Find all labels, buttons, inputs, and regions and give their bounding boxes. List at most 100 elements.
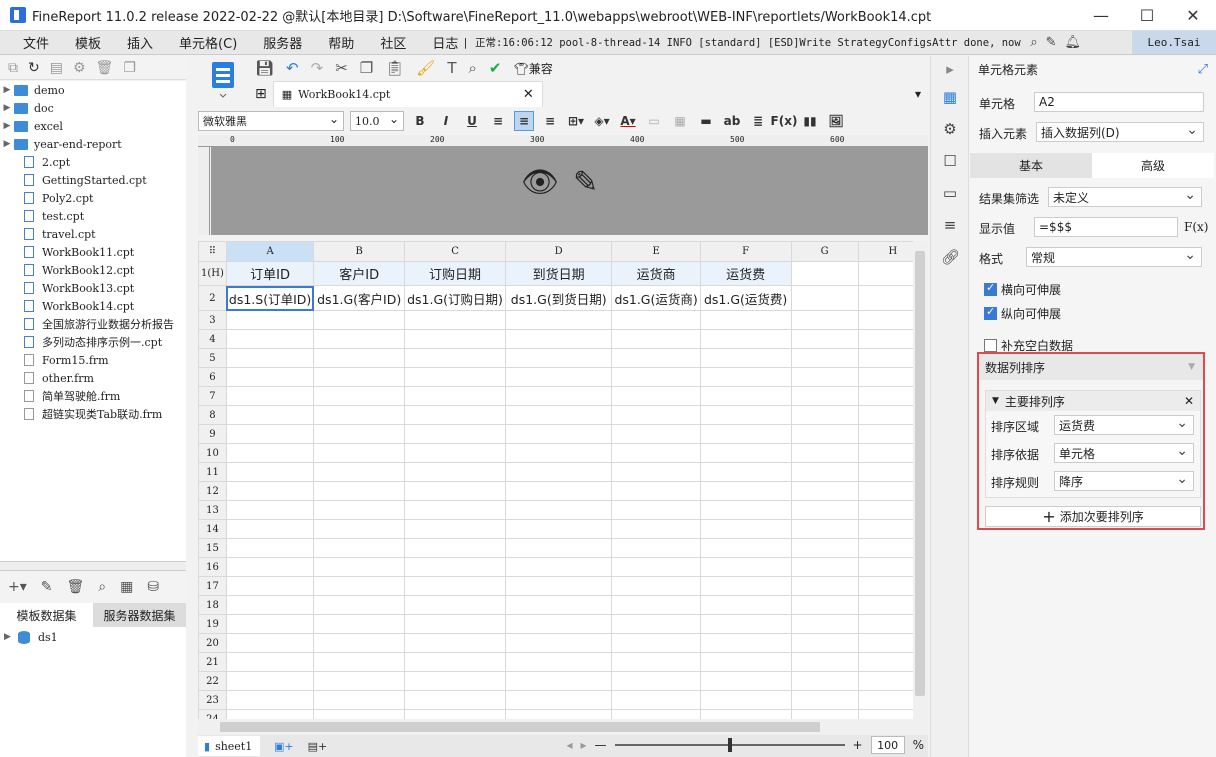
copy-icon[interactable]: ❐ (123, 60, 136, 76)
cell[interactable] (699, 462, 792, 482)
cell[interactable] (404, 310, 506, 330)
add-dashboard-icon[interactable]: ▤+ (308, 740, 328, 753)
cell[interactable] (504, 500, 613, 520)
cell[interactable] (225, 462, 315, 482)
cell[interactable] (699, 595, 792, 615)
cell-f2[interactable]: ds1.G(运货费) (699, 285, 792, 311)
cell[interactable] (313, 405, 406, 425)
cell[interactable] (404, 633, 506, 653)
cell[interactable] (225, 310, 315, 330)
col-header[interactable]: C (404, 241, 506, 262)
sort-basis-select[interactable]: 单元格 (1054, 443, 1194, 463)
font-size-select[interactable]: 10.0 (350, 111, 404, 131)
cell[interactable] (699, 481, 792, 501)
row-header[interactable]: 17 (198, 576, 227, 596)
sort-area-select[interactable]: 运货费 (1054, 415, 1194, 435)
cell[interactable] (611, 329, 701, 349)
cell[interactable] (313, 557, 406, 577)
col-header[interactable]: E (611, 241, 701, 262)
fill-color-button[interactable]: ◈▾ (592, 111, 612, 131)
cell[interactable] (313, 348, 406, 368)
cell[interactable] (404, 367, 506, 387)
cell[interactable] (504, 671, 613, 691)
zoom-slider[interactable] (614, 738, 845, 752)
cell[interactable] (611, 348, 701, 368)
settings-icon[interactable]: ⚙ (73, 60, 86, 76)
cell[interactable] (790, 652, 859, 672)
add-sheet-icon[interactable]: ▣+ (274, 740, 294, 753)
border-attr-icon[interactable]: ☐ (941, 152, 959, 170)
cell[interactable] (611, 481, 701, 501)
cell[interactable] (313, 652, 406, 672)
cell[interactable] (404, 481, 506, 501)
tree-file[interactable]: 全国旅游行业数据分析报告 (0, 315, 186, 333)
cell[interactable] (225, 348, 315, 368)
cell[interactable] (790, 500, 859, 520)
cell[interactable] (225, 557, 315, 577)
col-header[interactable]: B (313, 241, 406, 262)
cell[interactable] (504, 709, 613, 719)
cell[interactable] (313, 709, 406, 719)
cell[interactable] (225, 386, 315, 406)
cell[interactable] (404, 386, 506, 406)
cell[interactable] (699, 329, 792, 349)
menu-log[interactable]: 日志 (419, 33, 462, 52)
cell[interactable] (611, 424, 701, 444)
italic-button[interactable]: I (436, 111, 456, 131)
cell[interactable] (504, 367, 613, 387)
row-header[interactable]: 11 (198, 462, 227, 482)
cell[interactable] (225, 633, 315, 653)
cell[interactable] (225, 329, 315, 349)
widget-icon[interactable]: ▭ (941, 184, 959, 202)
tree-file[interactable]: WorkBook13.cpt (0, 279, 186, 297)
cell[interactable] (611, 405, 701, 425)
cell[interactable] (611, 576, 701, 596)
cell[interactable] (790, 557, 859, 577)
cell[interactable] (225, 538, 315, 558)
pin-icon[interactable]: ▾ (915, 87, 921, 101)
cell[interactable] (699, 348, 792, 368)
col-header[interactable]: A (225, 241, 315, 262)
row-header[interactable]: 4 (198, 329, 227, 349)
collapse-arrow-icon[interactable]: ▼ (1188, 362, 1195, 372)
cell-e2[interactable]: ds1.G(运货商) (611, 285, 701, 311)
cell[interactable] (404, 462, 506, 482)
search-icon[interactable]: ⌕ (1030, 35, 1037, 50)
cell[interactable] (699, 310, 792, 330)
cell[interactable] (790, 595, 859, 615)
formula-icon[interactable]: F(x) (771, 111, 798, 131)
tree-file[interactable]: 简单驾驶舱.frm (0, 387, 186, 405)
cell[interactable] (611, 538, 701, 558)
row-header[interactable]: 15 (198, 538, 227, 558)
primary-sort-header[interactable]: ▼ 主要排列序 ✕ (986, 391, 1200, 411)
cell[interactable] (699, 633, 792, 653)
zoom-in-button[interactable]: + (853, 738, 863, 752)
cell[interactable] (313, 367, 406, 387)
tree-file[interactable]: 多列动态排序示例一.cpt (0, 333, 186, 351)
cell[interactable] (790, 424, 859, 444)
cell[interactable] (504, 348, 613, 368)
cell[interactable] (404, 709, 506, 719)
insert-element-select[interactable]: 插入数据列(D) (1036, 122, 1204, 142)
tree-folder[interactable]: ▶ excel (0, 117, 186, 135)
cell[interactable] (225, 424, 315, 444)
cell[interactable] (699, 519, 792, 539)
cell[interactable] (313, 481, 406, 501)
cell[interactable] (790, 614, 859, 634)
row-header[interactable]: 18 (198, 595, 227, 615)
row-header[interactable]: 24 (198, 709, 227, 719)
cell[interactable] (225, 652, 315, 672)
preview-icon[interactable]: ⌕ (469, 59, 477, 77)
cell[interactable] (611, 310, 701, 330)
cell[interactable] (313, 443, 406, 463)
cell[interactable] (699, 671, 792, 691)
cell[interactable] (699, 443, 792, 463)
cell[interactable] (225, 481, 315, 501)
tree-file[interactable]: test.cpt (0, 207, 186, 225)
cell[interactable] (504, 576, 613, 596)
hyperlink-icon[interactable]: 🔗︎ (941, 248, 960, 266)
cell[interactable] (504, 538, 613, 558)
cell[interactable] (225, 405, 315, 425)
cell[interactable] (790, 481, 859, 501)
cell[interactable] (404, 348, 506, 368)
